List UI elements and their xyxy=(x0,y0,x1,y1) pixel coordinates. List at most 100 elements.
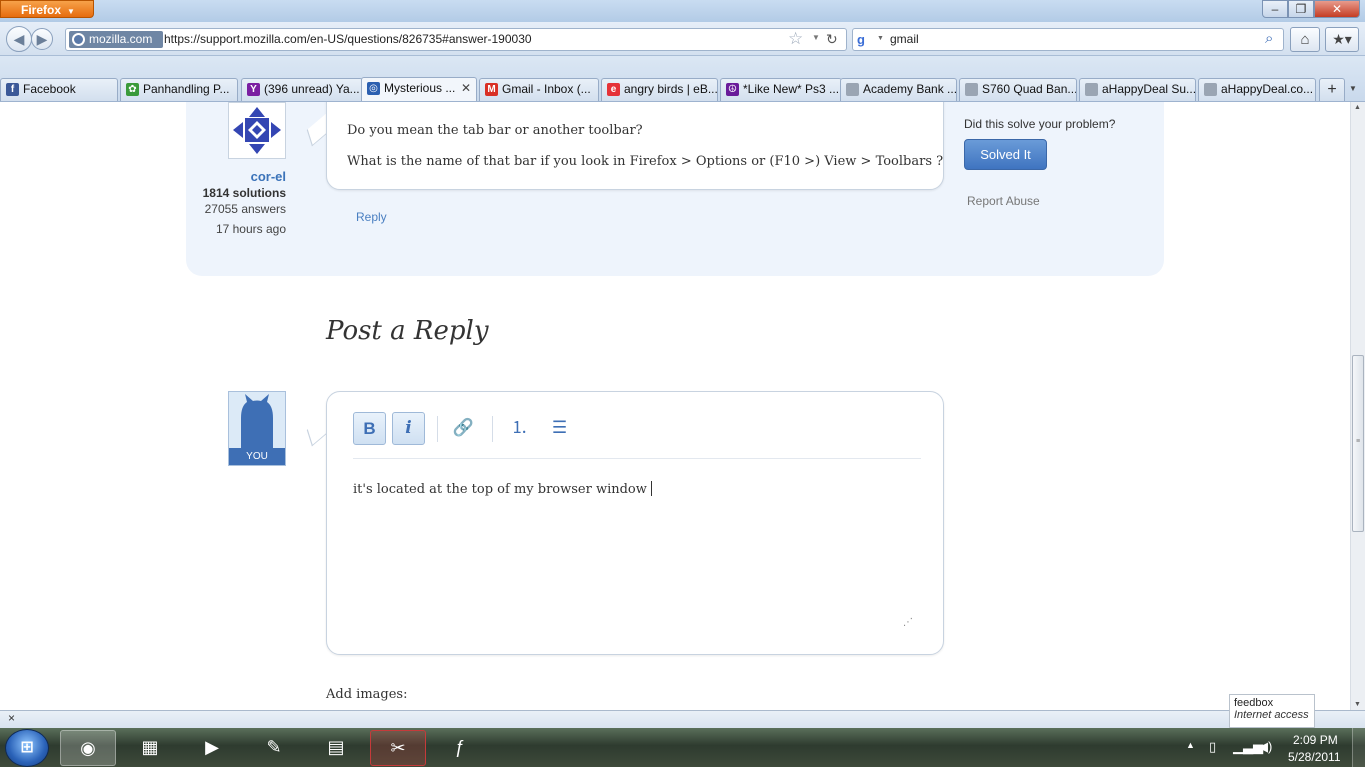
network-tooltip: feedbox Internet access xyxy=(1229,694,1315,728)
globe-icon xyxy=(72,33,85,46)
url-bar[interactable]: mozilla.com https://support.mozilla.com/… xyxy=(65,28,847,51)
back-button[interactable]: ◀ xyxy=(6,26,32,52)
app-icon: ƒ xyxy=(454,737,465,757)
snipping-icon: ✂ xyxy=(390,738,406,758)
url-text[interactable]: https://support.mozilla.com/en-US/questi… xyxy=(164,32,532,46)
vertical-scrollbar[interactable]: ▲ ≡ ▼ xyxy=(1350,102,1365,710)
reply-textarea[interactable]: it's located at the top of my browser wi… xyxy=(353,481,652,497)
avatar[interactable] xyxy=(228,102,286,159)
answer-author-link[interactable]: cor-el xyxy=(200,169,286,184)
taskbar-app-snipping[interactable]: ✂ xyxy=(370,730,426,766)
insert-link-button[interactable]: 🔗 xyxy=(447,412,480,445)
taskbar-app-paint[interactable]: ✎ xyxy=(246,730,302,766)
tab[interactable]: f Facebook xyxy=(0,78,118,101)
tab[interactable]: Academy Bank ... xyxy=(840,78,957,101)
tooltip-title: feedbox xyxy=(1234,697,1274,709)
tab[interactable]: aHappyDeal.co... xyxy=(1198,78,1316,101)
bookmarks-icon: ★▾ xyxy=(1332,31,1352,47)
scrollbar-thumb[interactable]: ≡ xyxy=(1352,355,1364,532)
tab-favicon-icon xyxy=(1204,83,1217,96)
close-window-button[interactable]: ✕ xyxy=(1314,0,1360,18)
search-bar[interactable]: g ▼ gmail ⌕ xyxy=(852,28,1284,51)
list-all-tabs-icon[interactable]: ▼ xyxy=(1349,84,1357,93)
tab[interactable]: M Gmail - Inbox (... xyxy=(479,78,599,101)
avatar: YOU xyxy=(228,391,286,466)
tab-label: S760 Quad Ban... xyxy=(982,82,1077,96)
answer-text-line: What is the name of that bar if you look… xyxy=(347,154,944,169)
taskbar-app-calculator[interactable]: ▤ xyxy=(308,730,364,766)
toolbar-divider xyxy=(492,416,493,442)
firefox-icon: ◉ xyxy=(80,738,96,758)
clock-date[interactable]: 5/28/2011 xyxy=(1288,750,1341,764)
start-button[interactable]: ⊞ xyxy=(5,729,49,767)
site-identity-button[interactable]: mozilla.com xyxy=(69,31,163,48)
you-label: YOU xyxy=(229,448,285,465)
firefox-menu-button[interactable]: Firefox ▼ xyxy=(0,0,94,18)
home-button[interactable]: ⌂ xyxy=(1290,27,1320,52)
show-desktop-button[interactable] xyxy=(1352,728,1365,767)
tab-label: *Like New* Ps3 ... xyxy=(743,82,840,96)
taskbar-app-explorer[interactable]: ▦ xyxy=(122,730,178,766)
tab-favicon-icon: f xyxy=(6,83,19,96)
reply-link[interactable]: Reply xyxy=(356,210,387,224)
tab[interactable]: ☮ *Like New* Ps3 ... xyxy=(720,78,842,101)
close-addon-bar-icon[interactable]: × xyxy=(8,711,15,725)
answers-count: 27055 answers xyxy=(204,202,286,216)
tab[interactable]: ◎ Mysterious ... ✕ xyxy=(361,77,477,101)
answer-bubble xyxy=(326,102,944,190)
clock-time[interactable]: 2:09 PM xyxy=(1293,733,1338,747)
bookmark-star-icon[interactable]: ☆ xyxy=(788,29,803,49)
report-abuse-link[interactable]: Report Abuse xyxy=(967,194,1040,208)
tab[interactable]: S760 Quad Ban... xyxy=(959,78,1077,101)
tab[interactable]: ✿ Panhandling P... xyxy=(120,78,238,101)
paint-icon: ✎ xyxy=(266,737,282,757)
maximize-button[interactable]: ❐ xyxy=(1288,0,1314,18)
taskbar-app-app[interactable]: ƒ xyxy=(432,730,488,766)
tab-favicon-icon xyxy=(965,83,978,96)
taskbar-app-media[interactable]: ▶ xyxy=(184,730,240,766)
numbered-list-button[interactable]: ⒈ xyxy=(503,412,536,445)
page-content: cor-el 1814 solutions 27055 answers 17 h… xyxy=(0,102,1350,710)
device-icon[interactable]: ▯ xyxy=(1209,739,1216,755)
solved-it-button[interactable]: Solved It xyxy=(964,139,1047,170)
tab[interactable]: e angry birds | eB... xyxy=(601,78,718,101)
forward-button[interactable]: ▶ xyxy=(31,28,53,50)
explorer-icon: ▦ xyxy=(141,737,159,757)
link-icon: 🔗 xyxy=(452,418,475,437)
tab-favicon-icon: ☮ xyxy=(726,83,739,96)
tab-label: angry birds | eB... xyxy=(624,82,718,96)
tab[interactable]: Y (396 unread) Ya... xyxy=(241,78,363,101)
search-input[interactable]: gmail xyxy=(890,32,919,46)
tab-label: Mysterious ... xyxy=(384,81,456,95)
bold-button[interactable]: B xyxy=(353,412,386,445)
status-bar: × xyxy=(0,710,1365,728)
tab-favicon-icon: ✿ xyxy=(126,83,139,96)
bookmarks-button[interactable]: ★▾ xyxy=(1325,27,1359,52)
chevron-down-icon: ▼ xyxy=(67,7,75,16)
search-engine-icon[interactable]: g xyxy=(857,32,872,47)
tab-favicon-icon xyxy=(846,83,859,96)
search-icon[interactable]: ⌕ xyxy=(1265,30,1273,47)
new-tab-button[interactable]: + xyxy=(1319,78,1345,101)
home-icon: ⌂ xyxy=(1300,31,1310,48)
answer-text-line: Do you mean the tab bar or another toolb… xyxy=(347,123,643,138)
history-dropdown-icon[interactable]: ▼ xyxy=(812,33,820,42)
scroll-up-icon[interactable]: ▲ xyxy=(1354,104,1361,111)
grip-icon: ≡ xyxy=(1356,438,1361,445)
toolbar-divider xyxy=(437,416,438,442)
resize-grip-icon[interactable]: ⋰ xyxy=(903,617,913,628)
minimize-button[interactable]: – xyxy=(1262,0,1288,18)
scroll-down-icon[interactable]: ▼ xyxy=(1354,701,1361,708)
reload-icon[interactable]: ↻ xyxy=(826,31,838,48)
close-tab-icon[interactable]: ✕ xyxy=(461,78,471,99)
search-engine-dropdown-icon[interactable]: ▼ xyxy=(877,35,884,42)
tab-favicon-icon: ◎ xyxy=(367,82,380,95)
taskbar-app-firefox[interactable]: ◉ xyxy=(60,730,116,766)
bulleted-list-button[interactable]: ☰ xyxy=(543,412,576,445)
show-hidden-icons-icon[interactable]: ▲ xyxy=(1186,740,1195,750)
italic-button[interactable]: i xyxy=(392,412,425,445)
volume-icon[interactable]: ◀) xyxy=(1258,739,1272,755)
tab[interactable]: aHappyDeal Su... xyxy=(1079,78,1196,101)
tab-label: Gmail - Inbox (... xyxy=(502,82,591,96)
bulleted-list-icon: ☰ xyxy=(551,418,568,437)
